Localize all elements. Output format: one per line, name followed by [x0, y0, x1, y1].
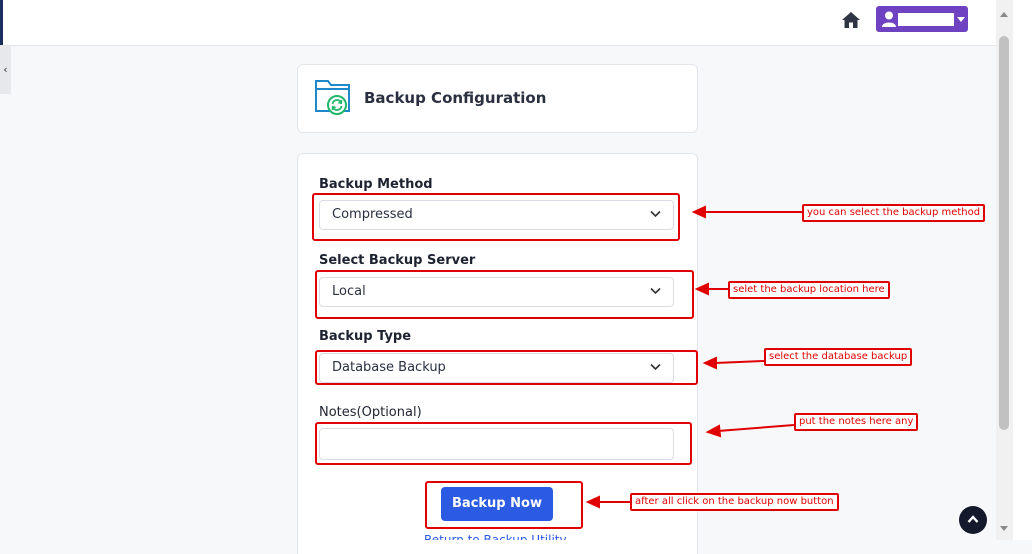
annotation-box-button [425, 481, 583, 529]
user-icon [882, 11, 896, 27]
window-edge [1013, 0, 1032, 540]
sidebar-collapse-toggle[interactable]: ‹ [0, 46, 11, 94]
return-link[interactable]: Return to Backup Utility [424, 534, 574, 540]
annotation-label-notes: put the notes here any [794, 413, 919, 431]
backup-method-label: Backup Method [319, 177, 433, 192]
sidebar-edge [0, 0, 3, 45]
user-menu-button[interactable] [876, 6, 968, 32]
folder-sync-icon [315, 80, 350, 115]
page-header-card: Backup Configuration [297, 64, 698, 133]
notes-label: Notes(Optional) [319, 405, 422, 420]
user-name-redacted [898, 13, 954, 26]
home-icon[interactable] [841, 10, 861, 30]
scroll-to-top-button[interactable] [959, 506, 987, 534]
annotation-label-server: selet the backup location here [728, 281, 890, 299]
page-scrollbar[interactable] [996, 0, 1013, 540]
scroll-down-arrow-icon[interactable] [1000, 526, 1008, 531]
backup-server-label: Select Backup Server [319, 253, 476, 268]
page-title: Backup Configuration [364, 89, 547, 107]
chevron-up-icon [967, 515, 979, 523]
annotation-box-type [315, 350, 698, 385]
scroll-up-arrow-icon[interactable] [1000, 12, 1008, 17]
annotation-label-type: select the database backup [764, 348, 913, 366]
annotation-label-button: after all click on the backup now button [630, 493, 839, 511]
top-bar [0, 0, 996, 46]
caret-down-icon [957, 17, 965, 22]
annotation-box-method [312, 193, 680, 241]
annotation-label-method: you can select the backup method [802, 204, 986, 222]
annotation-box-server [315, 270, 694, 319]
annotation-box-notes [315, 422, 692, 465]
scrollbar-thumb[interactable] [999, 36, 1009, 430]
backup-type-label: Backup Type [319, 329, 412, 344]
